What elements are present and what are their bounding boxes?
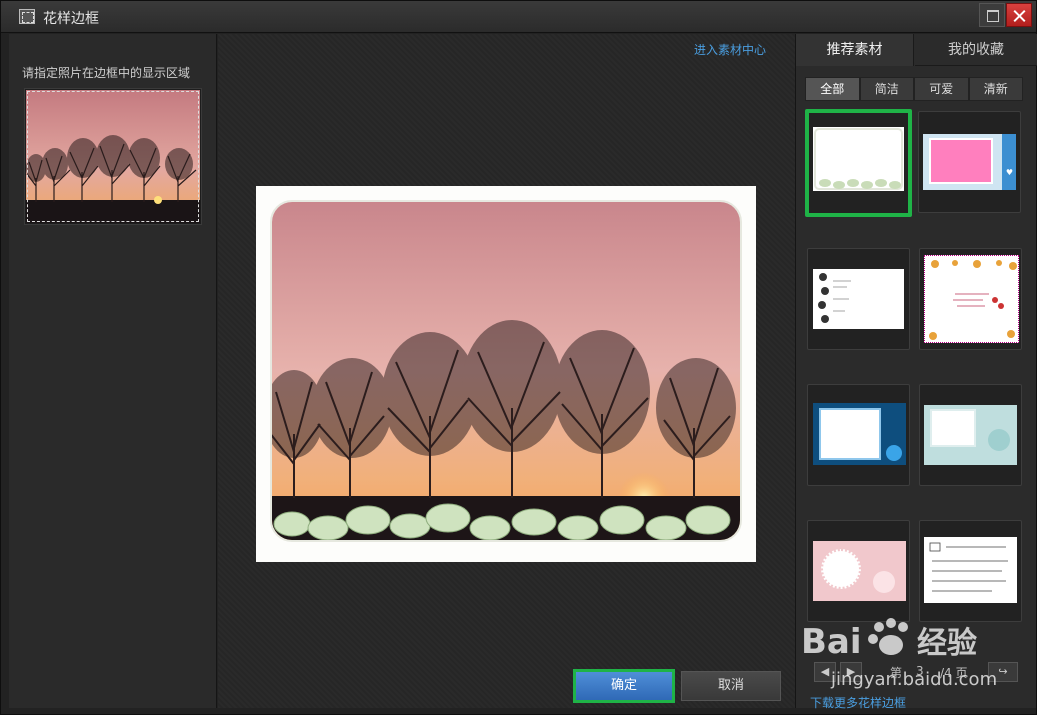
category-filter-bar: 全部 简洁 可爱 清新 [805,77,1023,101]
tab-favorites[interactable]: 我的收藏 [915,34,1037,66]
pager: ◀ ▶ 第 3 /4 页 ↪ [814,662,1034,684]
material-panel: 推荐素材 我的收藏 全部 简洁 可爱 清新 ♥ ◀ ▶ 第 3 /4 页 ↪ 下… [795,34,1037,711]
frame-thumbnail[interactable] [805,109,912,217]
title-bar[interactable]: 花样边框 [1,1,1036,33]
material-center-link[interactable]: 进入素材中心 [694,41,766,58]
window-title: 花样边框 [43,11,99,27]
frame-thumbnail[interactable] [807,384,910,486]
filter-cute[interactable]: 可爱 [914,77,969,101]
next-page-icon[interactable]: ▶ [840,662,862,682]
frame-thumbnail[interactable] [919,384,1022,486]
page-current[interactable]: 3 [916,664,924,678]
frame-thumbnail[interactable] [919,520,1022,622]
left-panel: 请指定照片在边框中的显示区域 [9,34,217,708]
cancel-button[interactable]: 取消 [681,671,781,701]
page-total: /4 页 [940,666,968,680]
frame-app-icon [19,9,35,24]
prev-page-icon[interactable]: ◀ [814,662,836,682]
close-icon[interactable] [1006,3,1032,27]
frame-preview [256,186,756,562]
frame-thumbnail[interactable] [807,248,910,350]
download-more-link[interactable]: 下载更多花样边框 [810,694,906,711]
page-prefix: 第 [890,666,903,680]
preview-area: 进入素材中心 确定 取消 [218,34,795,708]
maximize-icon[interactable] [979,3,1005,27]
filter-fresh[interactable]: 清新 [968,77,1023,101]
display-area-hint: 请指定照片在边框中的显示区域 [22,66,191,80]
framed-photo [270,200,742,542]
go-page-icon[interactable]: ↪ [988,662,1018,682]
filter-simple[interactable]: 简洁 [859,77,914,101]
filter-all[interactable]: 全部 [805,77,860,101]
frame-thumbnail[interactable] [919,248,1022,350]
frame-thumbnail[interactable] [807,520,910,622]
frame-thumbnail[interactable]: ♥ [918,111,1021,213]
frame-dialog-window: 花样边框 请指定照片在边框中的显示区域 进入素材中心 确定 取消 推荐素材 我的… [0,0,1037,715]
confirm-button[interactable]: 确定 [573,669,675,703]
tab-recommended[interactable]: 推荐素材 [796,34,914,66]
crop-preview[interactable] [24,88,202,225]
crop-preview-photo[interactable] [26,90,200,223]
